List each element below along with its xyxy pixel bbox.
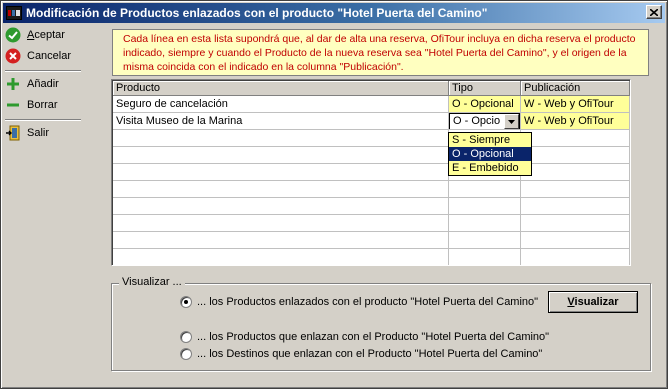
- cell-tipo[interactable]: [449, 232, 521, 249]
- table-row[interactable]: [113, 232, 630, 249]
- cell-producto[interactable]: [113, 147, 449, 164]
- cell-producto[interactable]: [113, 130, 449, 147]
- cell-producto[interactable]: [113, 164, 449, 181]
- table-row[interactable]: Seguro de cancelación O - Opcional W - W…: [113, 96, 630, 113]
- radio-button[interactable]: [180, 348, 192, 360]
- tipo-combobox-value: O - Opcio: [453, 115, 501, 127]
- visualizar-group-legend: Visualizar ...: [119, 276, 185, 288]
- cell-tipo[interactable]: [449, 249, 521, 265]
- combobox-dropdown-button[interactable]: [504, 114, 519, 129]
- dropdown-option-siempre[interactable]: S - Siempre: [449, 133, 531, 147]
- table-row[interactable]: [113, 249, 630, 265]
- dropdown-option-embebido[interactable]: E - Embebido: [449, 161, 531, 175]
- column-header-producto[interactable]: Producto: [113, 81, 449, 96]
- cell-publicacion[interactable]: W - Web y OfiTour: [521, 113, 630, 130]
- cell-publicacion[interactable]: [521, 232, 630, 249]
- cell-publicacion[interactable]: W - Web y OfiTour: [521, 96, 630, 113]
- table-row[interactable]: [113, 181, 630, 198]
- cell-publicacion[interactable]: [521, 130, 630, 147]
- cell-producto[interactable]: [113, 198, 449, 215]
- table-row[interactable]: [113, 147, 630, 164]
- tipo-combobox[interactable]: O - Opcio: [449, 113, 520, 129]
- aceptar-label: Aceptar: [27, 29, 65, 41]
- cancelar-label: Cancelar: [27, 50, 72, 62]
- title-bar[interactable]: Modificación de Productos enlazados con …: [3, 3, 665, 23]
- radio-label: ... los Destinos que enlazan con el Prod…: [197, 348, 543, 360]
- cell-publicacion[interactable]: [521, 198, 630, 215]
- radio-label: ... los Productos que enlazan con el Pro…: [197, 331, 550, 343]
- cancelar-button[interactable]: Cancelar: [5, 46, 81, 66]
- anadir-label: Añadir: [27, 78, 59, 90]
- toolbar-separator: [5, 119, 81, 121]
- grid-body: Seguro de cancelación O - Opcional W - W…: [113, 96, 630, 265]
- cell-tipo[interactable]: [449, 215, 521, 232]
- borrar-label: Borrar: [27, 99, 58, 111]
- table-row[interactable]: [113, 198, 630, 215]
- table-row[interactable]: [113, 215, 630, 232]
- cell-tipo[interactable]: [449, 181, 521, 198]
- toolbar-separator: [5, 70, 81, 72]
- visualizar-button[interactable]: Visualizar: [548, 291, 638, 313]
- radio-label: ... los Productos enlazados con el produ…: [197, 296, 539, 308]
- cell-producto[interactable]: [113, 181, 449, 198]
- minus-icon: [5, 97, 21, 113]
- salir-button[interactable]: Salir: [5, 123, 81, 143]
- grid-header: Producto Tipo Publicación: [113, 81, 630, 96]
- table-row[interactable]: Visita Museo de la Marina O - Opcio W - …: [113, 113, 630, 130]
- radio-button[interactable]: [180, 331, 192, 343]
- left-toolbar: Aceptar Cancelar Añadir Borrar Salir: [3, 25, 83, 146]
- chevron-down-icon: [508, 119, 515, 124]
- radio-productos-enlazados[interactable]: ... los Productos enlazados con el produ…: [180, 295, 538, 309]
- table-row[interactable]: [113, 130, 630, 147]
- cell-publicacion[interactable]: [521, 215, 630, 232]
- salir-label: Salir: [27, 127, 50, 139]
- radio-productos-que-enlazan[interactable]: ... los Productos que enlazan con el Pro…: [180, 330, 549, 344]
- visualizar-button-label: Visualizar: [567, 296, 619, 308]
- anadir-button[interactable]: Añadir: [5, 74, 81, 94]
- cell-producto[interactable]: Visita Museo de la Marina: [113, 113, 449, 130]
- cell-producto[interactable]: [113, 215, 449, 232]
- cell-producto[interactable]: Seguro de cancelación: [113, 96, 449, 113]
- close-button[interactable]: [646, 5, 662, 19]
- app-icon: [6, 6, 22, 20]
- exit-door-icon: [5, 125, 21, 141]
- radio-button[interactable]: [180, 296, 192, 308]
- table-row[interactable]: [113, 164, 630, 181]
- check-icon: [5, 27, 21, 43]
- borrar-button[interactable]: Borrar: [5, 95, 81, 115]
- cell-publicacion[interactable]: [521, 164, 630, 181]
- window-title: Modificación de Productos enlazados con …: [26, 6, 488, 20]
- cell-publicacion[interactable]: [521, 249, 630, 265]
- close-icon: [650, 8, 658, 16]
- dialog-window: Modificación de Productos enlazados con …: [0, 0, 668, 389]
- cell-publicacion[interactable]: [521, 147, 630, 164]
- cell-tipo[interactable]: [449, 198, 521, 215]
- cancel-icon: [5, 48, 21, 64]
- cell-publicacion[interactable]: [521, 181, 630, 198]
- products-grid[interactable]: Producto Tipo Publicación Seguro de canc…: [111, 79, 631, 266]
- tipo-dropdown-list[interactable]: S - Siempre O - Opcional E - Embebido: [448, 132, 532, 176]
- cell-producto[interactable]: [113, 249, 449, 265]
- radio-destinos-que-enlazan[interactable]: ... los Destinos que enlazan con el Prod…: [180, 347, 542, 361]
- column-header-publicacion[interactable]: Publicación: [521, 81, 630, 96]
- cell-producto[interactable]: [113, 232, 449, 249]
- cell-tipo[interactable]: O - Opcional: [449, 96, 521, 113]
- info-banner: Cada línea en esta lista supondrá que, a…: [112, 29, 649, 76]
- dropdown-option-opcional[interactable]: O - Opcional: [449, 147, 531, 161]
- plus-icon: [5, 76, 21, 92]
- cell-tipo-editor[interactable]: O - Opcio: [449, 113, 521, 130]
- aceptar-button[interactable]: Aceptar: [5, 25, 81, 45]
- column-header-tipo[interactable]: Tipo: [449, 81, 521, 96]
